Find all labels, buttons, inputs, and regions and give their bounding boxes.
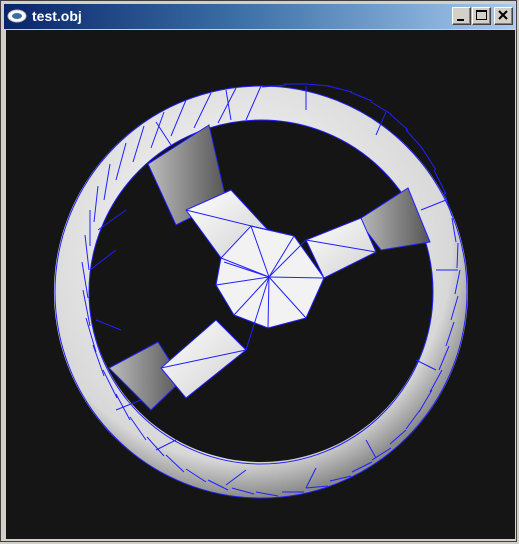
maximize-button[interactable] bbox=[472, 7, 491, 25]
app-window: test.obj bbox=[0, 0, 517, 542]
minimize-icon bbox=[457, 19, 464, 21]
close-icon bbox=[498, 10, 508, 20]
app-window-icon[interactable] bbox=[7, 9, 27, 23]
close-button[interactable] bbox=[494, 7, 513, 25]
minimize-button[interactable] bbox=[452, 7, 471, 25]
render-viewport[interactable] bbox=[6, 30, 515, 539]
steering-wheel-mesh bbox=[53, 83, 468, 499]
title-bar[interactable]: test.obj bbox=[4, 4, 515, 29]
window-title: test.obj bbox=[32, 8, 82, 24]
maximize-icon bbox=[476, 10, 487, 20]
